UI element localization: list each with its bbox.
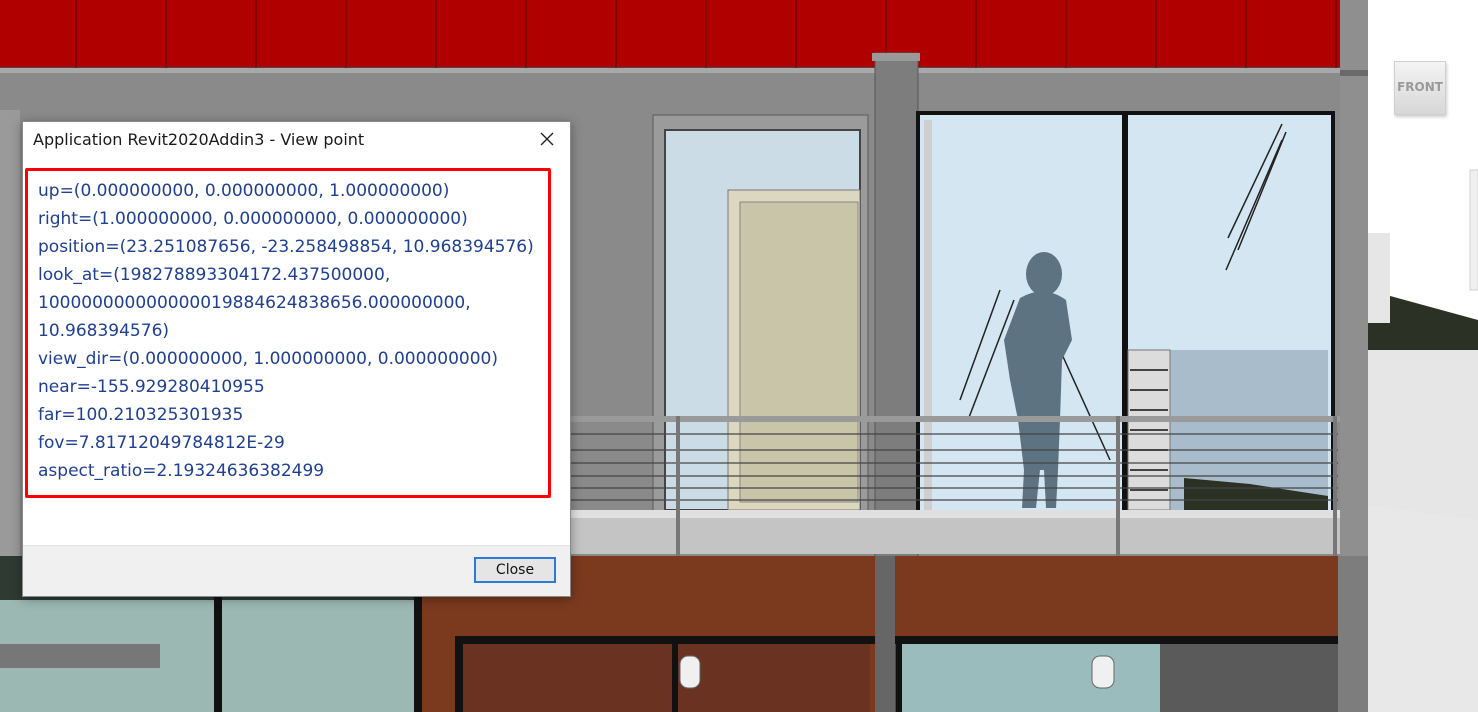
dialog-footer: Close bbox=[23, 545, 570, 596]
info-line-look-at-cont-2: 10.968394576) bbox=[38, 321, 170, 341]
info-line-look-at: look_at=(198278893304172.437500000, bbox=[38, 265, 391, 285]
info-line-position: position=(23.251087656, -23.258498854, 1… bbox=[38, 237, 534, 257]
info-line-aspect-ratio: aspect_ratio=2.19324636382499 bbox=[38, 461, 325, 481]
view-point-info-textbox[interactable]: up=(0.000000000, 0.000000000, 1.00000000… bbox=[25, 168, 551, 498]
dialog-titlebar[interactable]: Application Revit2020Addin3 - View point bbox=[23, 122, 570, 158]
view-point-dialog: Application Revit2020Addin3 - View point… bbox=[22, 121, 571, 597]
info-line-up: up=(0.000000000, 0.000000000, 1.00000000… bbox=[38, 181, 450, 201]
info-line-fov: fov=7.81712049784812E-29 bbox=[38, 433, 285, 453]
info-line-far: far=100.210325301935 bbox=[38, 405, 244, 425]
close-button-label: Close bbox=[495, 562, 535, 578]
info-line-near: near=-155.929280410955 bbox=[38, 377, 265, 397]
viewcube-label: FRONT bbox=[1397, 80, 1443, 94]
dialog-content: up=(0.000000000, 0.000000000, 1.00000000… bbox=[23, 158, 570, 546]
info-line-right: right=(1.000000000, 0.000000000, 0.00000… bbox=[38, 209, 468, 229]
view-point-info-lines: up=(0.000000000, 0.000000000, 1.00000000… bbox=[38, 177, 544, 485]
close-icon[interactable] bbox=[524, 122, 570, 156]
info-line-view-dir: view_dir=(0.000000000, 1.000000000, 0.00… bbox=[38, 349, 498, 369]
close-button[interactable]: Close bbox=[474, 557, 556, 583]
dialog-title: Application Revit2020Addin3 - View point bbox=[33, 130, 365, 149]
viewcube-front-face[interactable]: FRONT bbox=[1394, 61, 1446, 115]
info-line-look-at-cont-1: 100000000000000019884624838656.000000000… bbox=[38, 293, 471, 313]
